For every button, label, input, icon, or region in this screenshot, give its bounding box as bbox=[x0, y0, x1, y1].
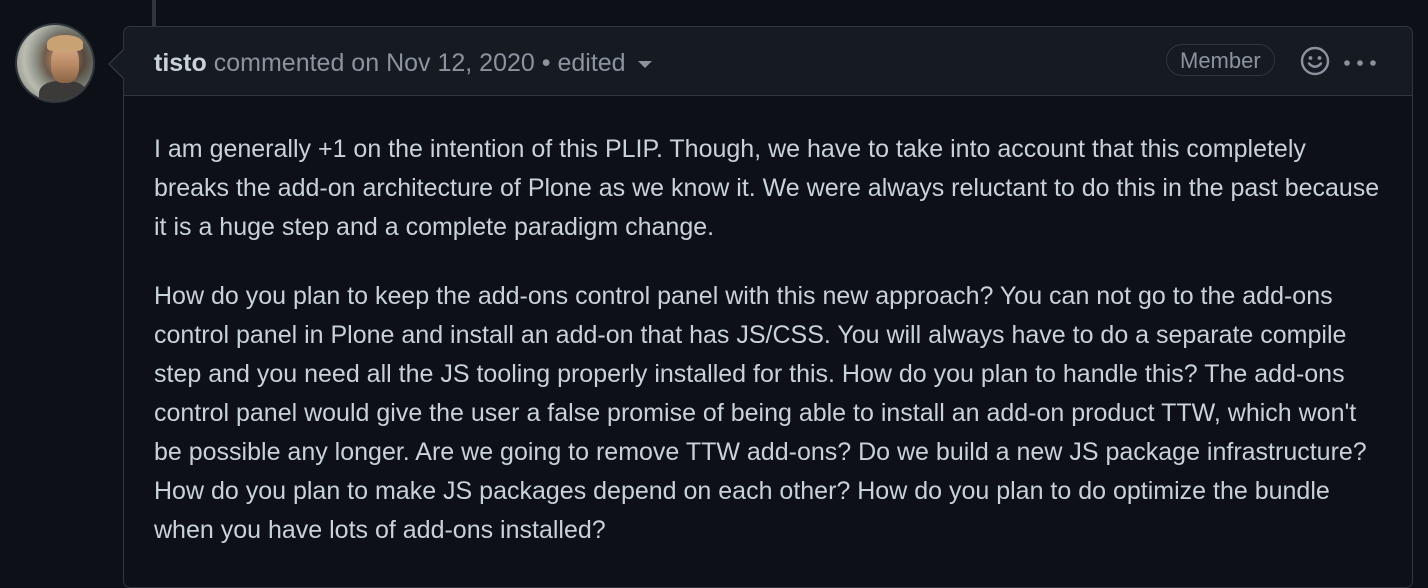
comment-header: tisto commented on Nov 12, 2020 • edited… bbox=[124, 27, 1412, 96]
comment-body: I am generally +1 on the intention of th… bbox=[124, 96, 1412, 550]
meta-separator: • bbox=[541, 49, 551, 77]
comment-date[interactable]: Nov 12, 2020 bbox=[386, 49, 535, 77]
comment-paragraph: How do you plan to keep the add-ons cont… bbox=[154, 282, 1367, 544]
comment-paragraph: I am generally +1 on the intention of th… bbox=[154, 135, 1380, 241]
edited-label: edited bbox=[557, 49, 626, 77]
comment-options-button[interactable] bbox=[1340, 45, 1380, 77]
kebab-horizontal-icon bbox=[1344, 60, 1376, 66]
avatar[interactable] bbox=[17, 25, 93, 101]
comment-container: tisto commented on Nov 12, 2020 • edited… bbox=[108, 26, 1413, 588]
comment-action: commented on bbox=[213, 49, 380, 77]
edited-dropdown[interactable]: edited bbox=[557, 49, 652, 77]
author-link[interactable]: tisto bbox=[154, 49, 207, 77]
add-reaction-button[interactable] bbox=[1299, 45, 1331, 77]
member-badge: Member bbox=[1166, 44, 1275, 76]
triangle-down-icon bbox=[637, 60, 652, 68]
comment-meta: tisto commented on Nov 12, 2020 • edited bbox=[154, 48, 652, 78]
timeline-line bbox=[152, 0, 156, 26]
smiley-icon bbox=[1300, 46, 1330, 76]
